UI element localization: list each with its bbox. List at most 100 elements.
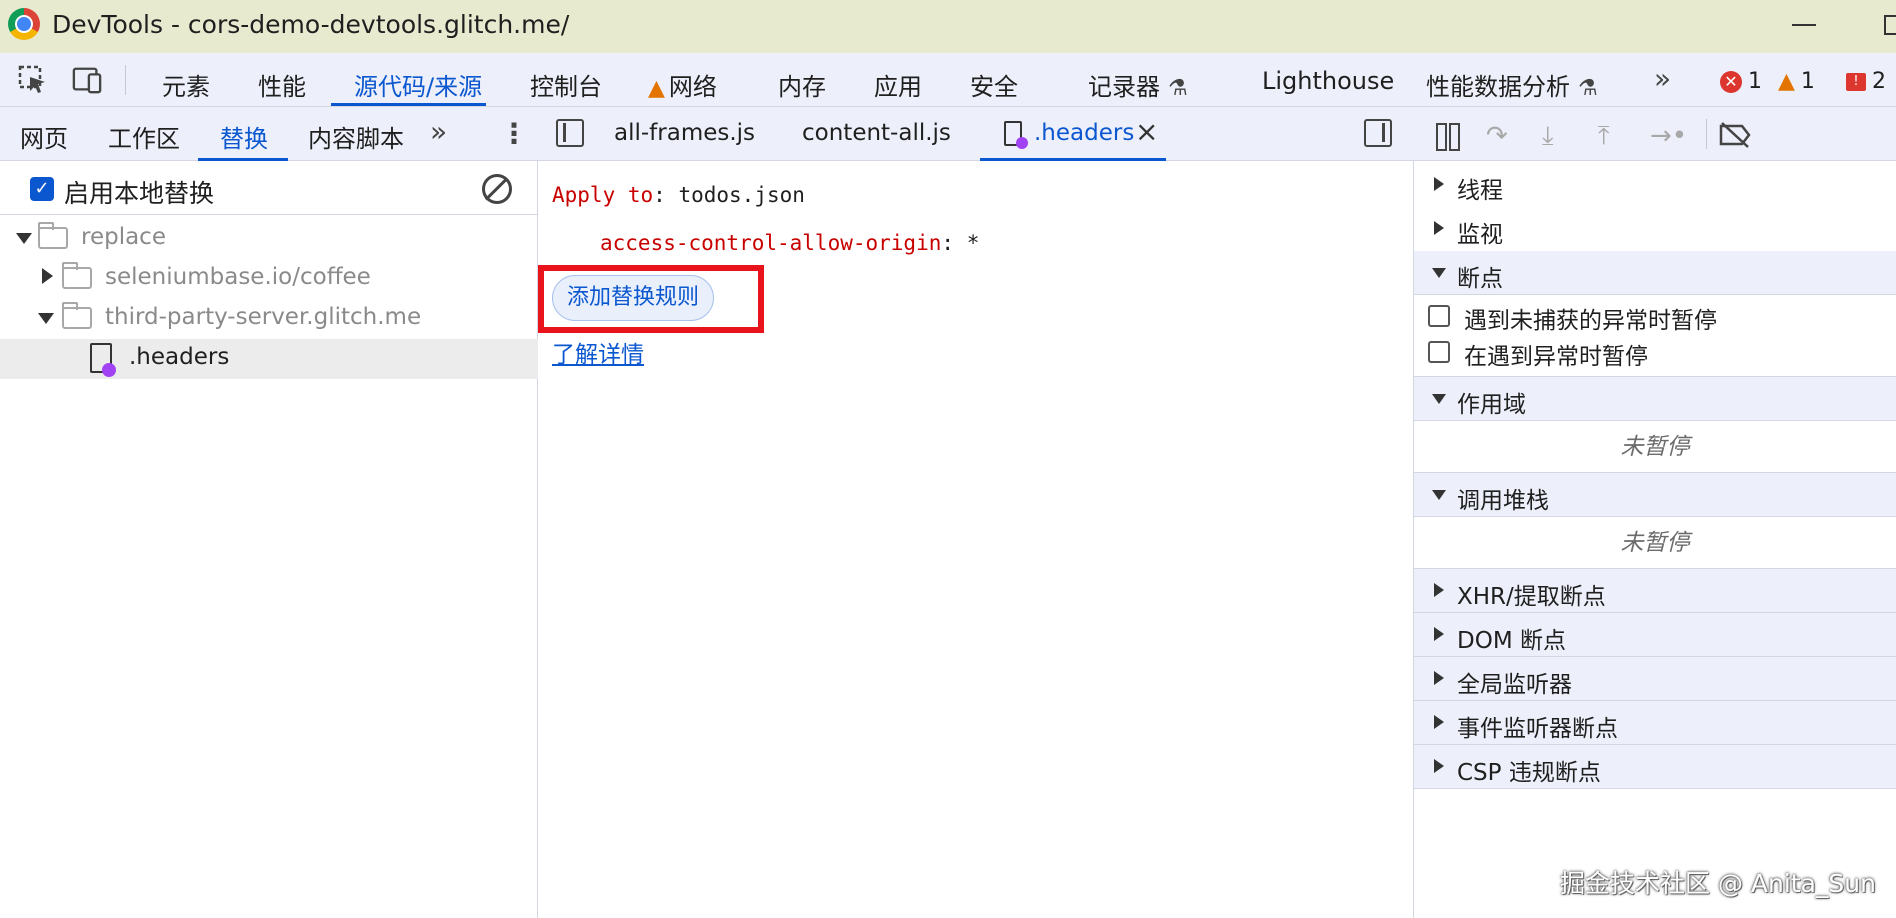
section-watch[interactable]: 监视 <box>1414 207 1896 251</box>
apply-to-line[interactable]: Apply to: todos.json <box>552 183 805 207</box>
header-name[interactable]: access-control-allow-origin <box>600 231 941 255</box>
separator: : <box>653 183 666 207</box>
call-stack-status: 未暂停 <box>1414 517 1896 569</box>
minimize-icon[interactable] <box>1792 24 1816 26</box>
step-out-icon[interactable]: ⤒ <box>1598 121 1610 152</box>
toolbar-divider <box>1706 119 1707 149</box>
tab-application[interactable]: 应用 <box>874 67 922 102</box>
step-icon[interactable]: →• <box>1650 121 1687 151</box>
toggle-navigator-icon[interactable] <box>556 119 584 147</box>
tree-item-seleniumbase[interactable]: seleniumbase.io/coffee <box>0 259 538 299</box>
header-line[interactable]: access-control-allow-origin: * <box>600 231 979 255</box>
section-csp-breakpoints[interactable]: CSP 违规断点 <box>1414 745 1896 789</box>
issues-counter[interactable]: ! 2 <box>1846 69 1886 94</box>
tab-content-scripts[interactable]: 内容脚本 <box>308 119 404 154</box>
tree-item-replace[interactable]: replace <box>0 219 538 259</box>
tree-item-third-party-server[interactable]: third-party-server.glitch.me <box>0 299 538 339</box>
warning-icon: ▲ <box>1778 69 1795 94</box>
enable-overrides-label[interactable]: 启用本地替换 <box>64 174 214 210</box>
warning-count: 1 <box>1800 69 1815 94</box>
section-xhr-breakpoints[interactable]: XHR/提取断点 <box>1414 569 1896 613</box>
learn-more-link[interactable]: 了解详情 <box>552 335 644 369</box>
watermark: 掘金技术社区 @ Anita_Sun <box>1560 869 1876 898</box>
inspect-element-icon[interactable] <box>18 65 48 95</box>
maximize-icon[interactable] <box>1884 15 1896 35</box>
toggle-debugger-icon[interactable] <box>1364 119 1392 147</box>
navigator-tabs: 网页 工作区 替换 内容脚本 » ⋮ <box>0 107 538 161</box>
tab-performance[interactable]: 性能 <box>258 67 306 102</box>
collapsed-arrow-icon <box>1434 759 1444 773</box>
step-over-icon[interactable]: ↷ <box>1486 121 1508 151</box>
expanded-arrow-icon[interactable] <box>16 233 32 244</box>
section-breakpoints[interactable]: 断点 <box>1414 251 1896 295</box>
section-scope[interactable]: 作用域 <box>1414 377 1896 421</box>
collapsed-arrow-icon <box>1434 627 1444 641</box>
tab-network[interactable]: ▲ 网络 <box>648 67 717 102</box>
pause-caught-label[interactable]: 在遇到异常时暂停 <box>1464 337 1648 371</box>
pause-uncaught-label[interactable]: 遇到未捕获的异常时暂停 <box>1464 301 1717 335</box>
pause-uncaught-checkbox[interactable] <box>1428 305 1450 327</box>
navigator-panel: 网页 工作区 替换 内容脚本 » ⋮ ✓ 启用本地替换 replace sele… <box>0 107 538 918</box>
collapsed-arrow-icon[interactable] <box>42 268 53 284</box>
more-tabs-chevron-icon[interactable]: » <box>1654 62 1671 95</box>
tab-performance-insights[interactable]: 性能数据分析 ⚗ <box>1426 67 1598 102</box>
section-call-stack[interactable]: 调用堆栈 <box>1414 473 1896 517</box>
tab-lighthouse[interactable]: Lighthouse <box>1262 67 1394 95</box>
tab-recorder[interactable]: 记录器 ⚗ <box>1088 67 1188 102</box>
tree-item-label: third-party-server.glitch.me <box>105 304 422 330</box>
pause-uncaught-row[interactable]: 遇到未捕获的异常时暂停 <box>1414 299 1896 335</box>
debugger-toolbar: ↷ ⤓ ⤒ →• <box>1414 107 1896 161</box>
folder-icon <box>62 302 92 329</box>
expanded-arrow-icon <box>1432 394 1446 404</box>
section-title: 作用域 <box>1457 392 1526 418</box>
section-threads[interactable]: 线程 <box>1414 163 1896 207</box>
tab-elements[interactable]: 元素 <box>162 67 210 102</box>
active-tab-indicator <box>980 158 1166 161</box>
close-tab-icon[interactable]: × <box>1135 115 1158 148</box>
editor-tab-headers[interactable]: .headers <box>1034 120 1134 146</box>
experiment-flask-icon: ⚗ <box>1168 76 1188 101</box>
pause-caught-row[interactable]: 在遇到异常时暂停 <box>1414 335 1896 377</box>
scope-status: 未暂停 <box>1414 421 1896 473</box>
section-event-listener-breakpoints[interactable]: 事件监听器断点 <box>1414 701 1896 745</box>
tree-item-label: replace <box>81 224 166 250</box>
deactivate-breakpoints-icon[interactable] <box>1718 121 1752 149</box>
collapsed-arrow-icon <box>1434 671 1444 685</box>
override-dot-icon <box>1016 137 1028 149</box>
device-toolbar-icon[interactable] <box>72 65 102 95</box>
section-title: DOM 断点 <box>1457 628 1566 654</box>
clear-overrides-icon[interactable] <box>482 174 512 204</box>
tab-page[interactable]: 网页 <box>20 119 68 154</box>
more-tabs-chevron-icon[interactable]: » <box>430 115 447 148</box>
header-value[interactable]: * <box>967 231 980 255</box>
editor-tab-all-frames[interactable]: all-frames.js <box>614 120 755 146</box>
section-dom-breakpoints[interactable]: DOM 断点 <box>1414 613 1896 657</box>
tab-recorder-label: 记录器 <box>1088 73 1160 101</box>
tab-console[interactable]: 控制台 <box>530 67 602 102</box>
more-options-icon[interactable]: ⋮ <box>500 117 528 150</box>
tab-memory[interactable]: 内存 <box>778 67 826 102</box>
expanded-arrow-icon[interactable] <box>38 313 54 324</box>
warning-icon: ▲ <box>648 76 665 101</box>
tab-security[interactable]: 安全 <box>970 67 1018 102</box>
pause-icon[interactable] <box>1436 123 1460 151</box>
override-dot-icon <box>102 363 116 377</box>
warning-counter[interactable]: ▲ 1 <box>1778 69 1815 94</box>
pause-caught-checkbox[interactable] <box>1428 341 1450 363</box>
tree-item-headers-file[interactable]: .headers <box>0 339 538 379</box>
enable-overrides-checkbox[interactable]: ✓ <box>30 177 54 201</box>
error-counter[interactable]: ✕ 1 <box>1720 69 1762 94</box>
tab-network-label: 网络 <box>668 73 717 101</box>
step-into-icon[interactable]: ⤓ <box>1542 121 1554 152</box>
tab-sources[interactable]: 源代码/来源 <box>354 67 482 102</box>
editor-tab-content-all[interactable]: content-all.js <box>802 120 951 146</box>
issues-icon: ! <box>1846 72 1866 91</box>
annotation-highlight-box <box>538 265 764 333</box>
separator: : <box>941 231 955 255</box>
experiment-flask-icon: ⚗ <box>1578 76 1598 101</box>
apply-to-value[interactable]: todos.json <box>678 183 804 207</box>
tab-workspace[interactable]: 工作区 <box>108 119 180 154</box>
section-global-listeners[interactable]: 全局监听器 <box>1414 657 1896 701</box>
expanded-arrow-icon <box>1432 490 1446 500</box>
tab-overrides[interactable]: 替换 <box>220 119 268 154</box>
